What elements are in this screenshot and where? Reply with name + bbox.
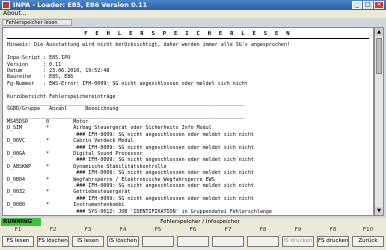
fkey-button[interactable]: FS löschen — [37, 236, 69, 247]
function-key-bar: F1 FS lesen F2 FS löschen F3 IS lesen F4 IS lös… — [0, 226, 386, 250]
fkey-slot: F7 — [211, 226, 245, 248]
fkey-button[interactable] — [247, 236, 279, 247]
scroll-thumb[interactable] — [376, 38, 382, 74]
window-title: INPA - Loader: E85, E86 Version 0.11 — [13, 1, 148, 9]
fkey-number: F8 — [259, 227, 267, 233]
fkey-button[interactable]: FS drucken — [317, 236, 349, 247]
fkey-button[interactable] — [142, 236, 174, 247]
fkey-number: F4 — [119, 227, 127, 233]
fkey-slot: F10 Zurück — [351, 226, 385, 248]
scroll-down-icon[interactable]: ▼ — [375, 207, 383, 215]
fkey-slot: F9 IS drucken — [281, 226, 315, 248]
fkey-number: F3 — [84, 227, 92, 233]
fkey-button[interactable] — [177, 236, 209, 247]
fkey-number: F7 — [224, 227, 232, 233]
fkey-slot: F2 FS löschen — [36, 226, 70, 248]
fkey-number: F2 — [49, 227, 57, 233]
fkey-button[interactable]: IS drucken — [282, 236, 314, 247]
report-viewer[interactable]: F E H L E R S P E I C H E R L E S E N Hi… — [2, 27, 374, 216]
fkey-slot: F4 IS löschen — [106, 226, 140, 248]
menu-item-about[interactable]: About... — [3, 10, 26, 17]
app-icon — [2, 1, 10, 9]
fkey-slot: F8 — [246, 226, 280, 248]
running-indicator: RUNNING — [1, 218, 41, 226]
fkey-slot: F6 — [176, 226, 210, 248]
fkey-button[interactable]: Zurück — [352, 236, 384, 247]
fkey-button[interactable]: FS lesen — [2, 236, 34, 247]
fkey-number: F8 — [329, 227, 337, 233]
close-icon[interactable]: × — [374, 1, 384, 9]
fkey-slot: F5 — [141, 226, 175, 248]
heading-divider — [7, 38, 369, 40]
vertical-scrollbar[interactable]: ▲ ▼ — [374, 27, 384, 216]
minimize-icon[interactable]: _ — [352, 1, 362, 9]
page-tab-title: Fehlerspeicher lesen — [2, 19, 72, 26]
fkey-number: F5 — [154, 227, 162, 233]
fkey-button[interactable] — [212, 236, 244, 247]
fkey-number: F10 — [362, 227, 374, 233]
scroll-up-icon[interactable]: ▲ — [375, 28, 383, 36]
fkey-number: F1 — [14, 227, 22, 233]
fkey-slot: F8 FS drucken — [316, 226, 350, 248]
fkey-slot: F3 IS lesen — [71, 226, 105, 248]
menu-bar: About... — [0, 10, 386, 18]
fkey-number: F9 — [294, 227, 302, 233]
report-line: ### SYS-0012: JOB 'IDENTIFIKATION' in Gr… — [7, 208, 272, 215]
title-bar: INPA - Loader: E85, E86 Version 0.11 _ □… — [0, 0, 386, 10]
status-caption: Fehlerspeicher / Infospeicher — [160, 219, 240, 225]
report-heading: F E H L E R S P E I C H E R L E S E N — [84, 31, 292, 37]
window-controls: _ □ × — [352, 1, 384, 9]
report-lines: Hinweis: Die Ausstattung wird nicht berÜ… — [7, 42, 369, 215]
maximize-icon[interactable]: □ — [363, 1, 373, 9]
fkey-button[interactable]: IS lesen — [72, 236, 104, 247]
fkey-slot: F1 FS lesen — [1, 226, 35, 248]
fkey-button[interactable]: IS löschen — [107, 236, 139, 247]
status-bar: RUNNING Fehlerspeicher / Infospeicher — [0, 218, 386, 226]
fkey-number: F6 — [189, 227, 197, 233]
